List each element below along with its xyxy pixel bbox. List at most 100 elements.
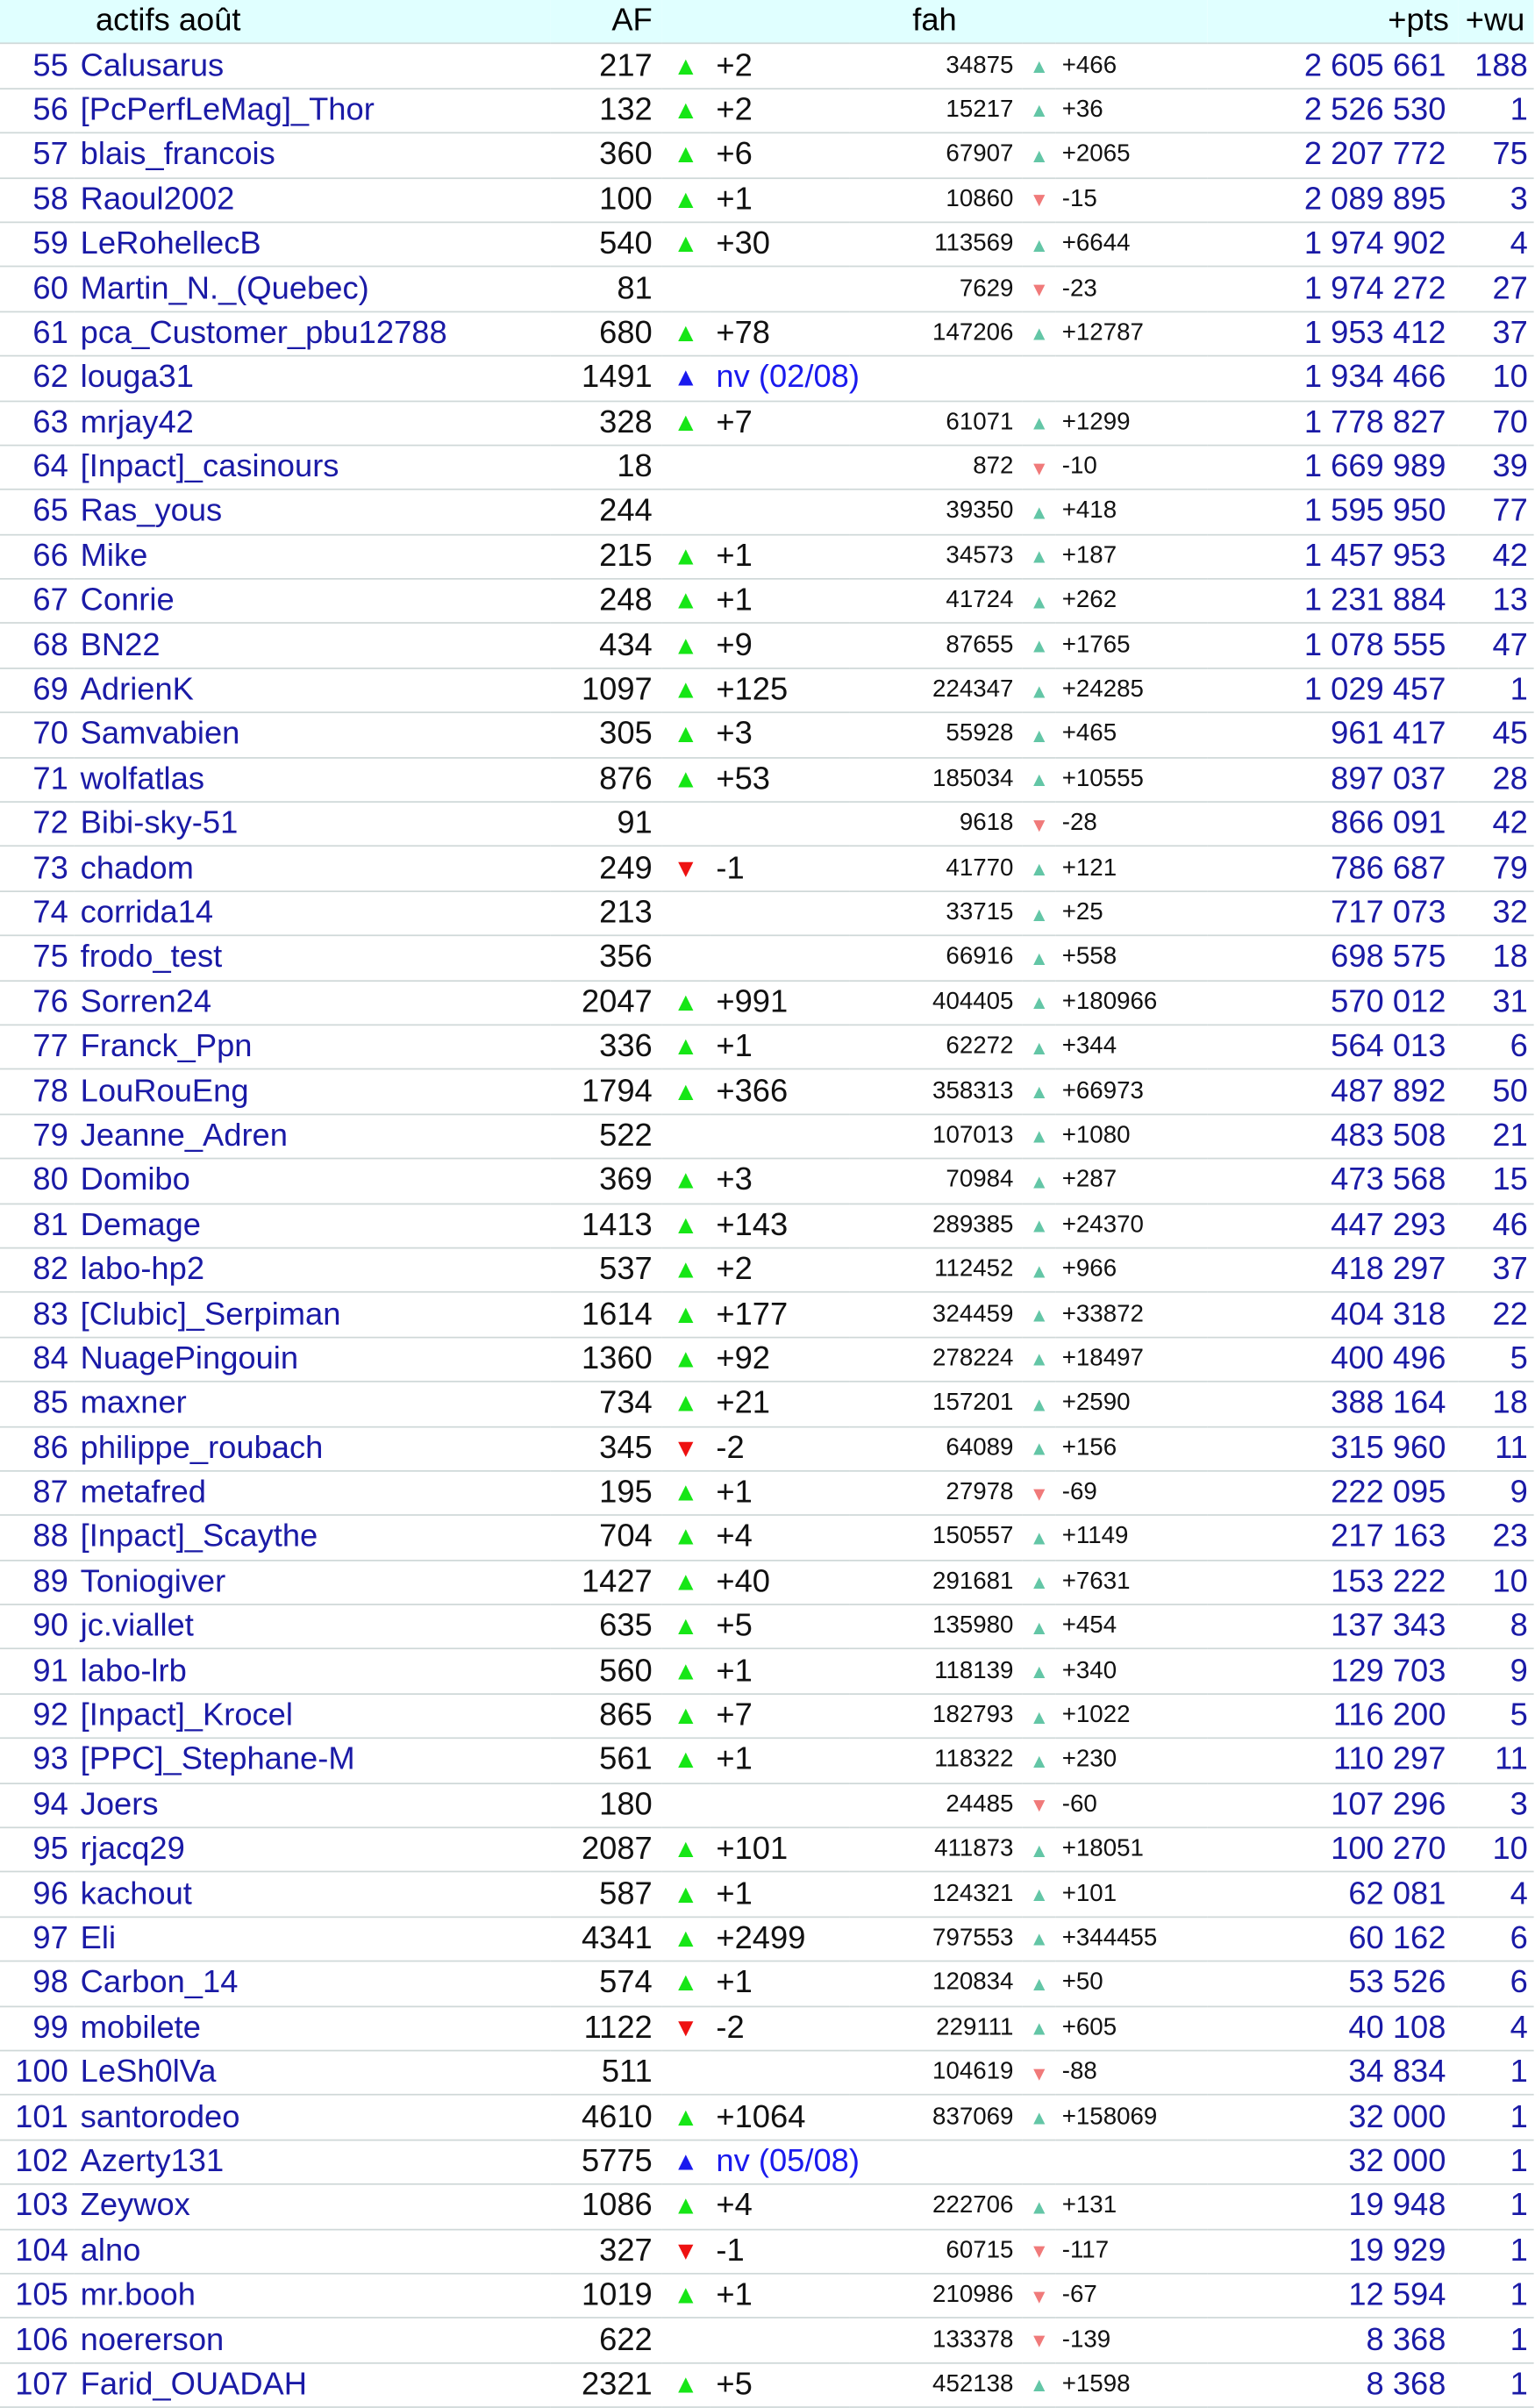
row-af-delta: +1 [710, 1961, 850, 2007]
row-af: 560 [550, 1648, 662, 1695]
row-rank: 82 [0, 1247, 75, 1294]
fah-trend-icon: ▲ [1022, 1515, 1056, 1561]
row-fah-delta: +24370 [1055, 1203, 1208, 1249]
row-name: Bibi-sky-51 [74, 802, 551, 847]
row-fah: 60715 [849, 2228, 1023, 2275]
fah-trend-icon: ▲ [1022, 1203, 1056, 1249]
row-fah-delta: +12787 [1055, 311, 1208, 357]
table-row: 97 Eli 4341 ▲ +2499 797553 ▲ +344455 60 162 6 [0, 1916, 1534, 1962]
row-name: mrjay42 [74, 400, 551, 447]
row-name: Calusarus [74, 43, 551, 89]
row-af: 4610 [550, 2095, 662, 2141]
row-fah: 135980 [849, 1604, 1023, 1650]
table-row: 84 NuagePingouin 1360 ▲ +92 278224 ▲ +18497 400 … [0, 1337, 1534, 1383]
fah-trend-icon: ▲ [1022, 935, 1056, 982]
fah-trend-icon: ▲ [1022, 1069, 1056, 1115]
row-af-delta: +177 [710, 1292, 850, 1339]
header-pts: +pts [1207, 0, 1459, 45]
row-wu: 15 [1458, 1158, 1534, 1204]
row-rank: 64 [0, 445, 75, 491]
af-trend-icon: ▲ [661, 2362, 710, 2408]
af-trend-icon: ▲ [661, 1872, 710, 1918]
row-fah-delta: -139 [1055, 2318, 1208, 2364]
af-trend-icon: ▲ [661, 1693, 710, 1740]
table-row: 103 Zeywox 1086 ▲ +4 222706 ▲ +131 19 948 1 [0, 2184, 1534, 2230]
row-rank: 75 [0, 935, 75, 982]
row-fah-delta: +158069 [1055, 2095, 1208, 2141]
fah-trend-icon: ▲ [1022, 1604, 1056, 1650]
row-rank: 91 [0, 1648, 75, 1695]
table-row: 79 Jeanne_Adren 522 107013 ▲ +1080 483 508 21 [0, 1113, 1534, 1160]
row-fah-delta: -69 [1055, 1470, 1208, 1517]
row-fah-delta: +418 [1055, 489, 1208, 536]
row-name: Azerty131 [74, 2140, 551, 2185]
row-wu: 31 [1458, 980, 1534, 1026]
row-rank: 60 [0, 267, 75, 312]
row-af: 100 [550, 177, 662, 224]
table-row: 58 Raoul2002 100 ▲ +1 10860 ▼ -15 2 089 895 3 [0, 177, 1534, 224]
row-pts: 110 297 [1207, 1738, 1459, 1784]
af-trend-icon: ▲ [661, 1158, 710, 1204]
row-name: LouRouEng [74, 1069, 551, 1115]
row-fah: 62272 [849, 1025, 1023, 1071]
row-pts: 897 037 [1207, 757, 1459, 804]
row-name: wolfatlas [74, 757, 551, 804]
row-wu: 42 [1458, 802, 1534, 847]
row-rank: 73 [0, 846, 75, 892]
row-rank: 93 [0, 1738, 75, 1784]
row-fah-delta: +187 [1055, 534, 1208, 580]
table-row: 59 LeRohellecB 540 ▲ +30 113569 ▲ +6644 1 974 90… [0, 222, 1534, 268]
row-name: Conrie [74, 578, 551, 625]
row-wu: 79 [1458, 846, 1534, 892]
row-name: frodo_test [74, 935, 551, 982]
table-row: 106 noererson 622 133378 ▼ -139 8 368 1 [0, 2318, 1534, 2364]
row-af-delta [710, 802, 850, 847]
row-fah: 64089 [849, 1426, 1023, 1472]
row-fah: 10860 [849, 177, 1023, 224]
row-af-delta: +78 [710, 311, 850, 357]
row-af: 195 [550, 1470, 662, 1517]
af-trend-icon: ▲ [661, 757, 710, 804]
row-af: 345 [550, 1426, 662, 1472]
row-fah: 182793 [849, 1693, 1023, 1740]
row-pts: 1 231 884 [1207, 578, 1459, 625]
row-af-delta: +1 [710, 177, 850, 224]
row-name: metafred [74, 1470, 551, 1517]
row-rank: 67 [0, 578, 75, 625]
row-rank: 83 [0, 1292, 75, 1339]
row-rank: 101 [0, 2095, 75, 2141]
row-fah: 150557 [849, 1515, 1023, 1561]
row-fah-delta: +454 [1055, 1604, 1208, 1650]
row-af: 635 [550, 1604, 662, 1650]
row-fah-delta: +50 [1055, 1961, 1208, 2007]
row-name: [Inpact]_Scaythe [74, 1515, 551, 1561]
row-af-new-label: nv (05/08) [710, 2140, 1208, 2185]
row-af: 249 [550, 846, 662, 892]
fah-trend-icon: ▲ [1022, 2184, 1056, 2230]
row-fah-delta: +966 [1055, 1247, 1208, 1294]
row-wu: 37 [1458, 1247, 1534, 1294]
row-fah: 7629 [849, 267, 1023, 312]
row-fah-delta: +287 [1055, 1158, 1208, 1204]
row-af-delta [710, 445, 850, 491]
table-row: 60 Martin_N._(Quebec) 81 7629 ▼ -23 1 974 272 2… [0, 267, 1534, 312]
row-fah: 34875 [849, 43, 1023, 89]
row-pts: 400 496 [1207, 1337, 1459, 1383]
fah-trend-icon: ▲ [1022, 757, 1056, 804]
row-rank: 98 [0, 1961, 75, 2007]
row-wu: 5 [1458, 1693, 1534, 1740]
row-name: labo-lrb [74, 1648, 551, 1695]
fah-trend-icon: ▲ [1022, 980, 1056, 1026]
row-wu: 32 [1458, 890, 1534, 937]
table-row: 92 [Inpact]_Krocel 865 ▲ +7 182793 ▲ +1022 116 2… [0, 1693, 1534, 1740]
row-af: 132 [550, 88, 662, 134]
row-af: 2321 [550, 2362, 662, 2408]
af-trend-icon: ▲ [661, 1069, 710, 1115]
row-name: Toniogiver [74, 1560, 551, 1606]
row-wu: 8 [1458, 1604, 1534, 1650]
row-wu: 47 [1458, 623, 1534, 669]
row-name: blais_francois [74, 132, 551, 179]
af-trend-icon: ▲ [661, 2273, 710, 2319]
row-rank: 66 [0, 534, 75, 580]
row-af-delta [710, 890, 850, 937]
